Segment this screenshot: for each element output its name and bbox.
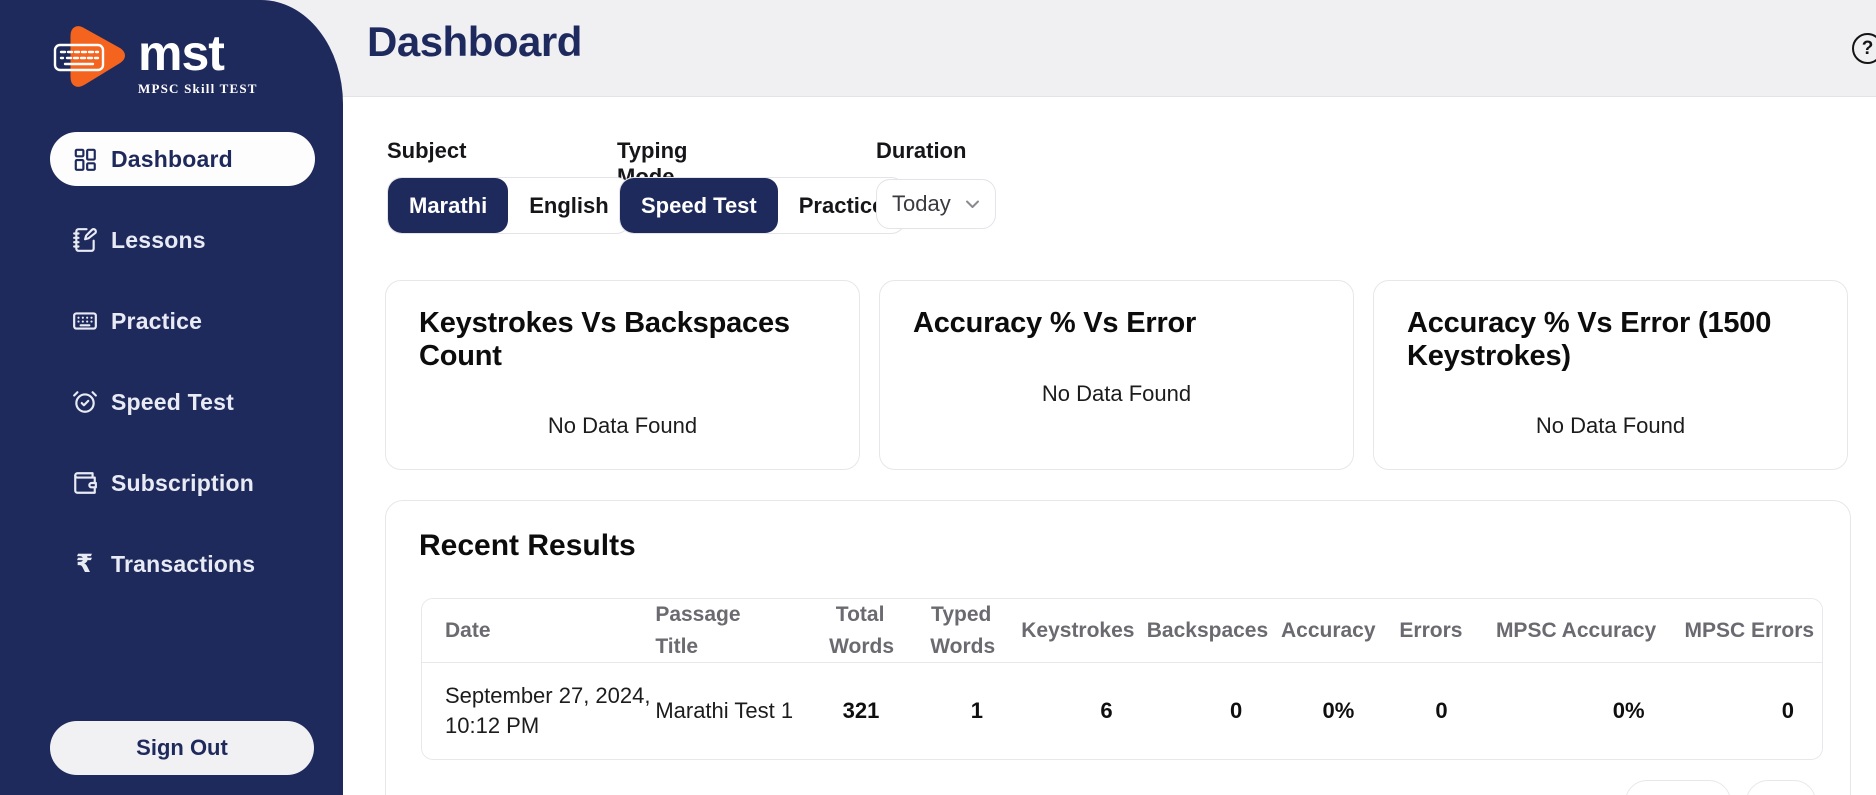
cell-mpsc-errors: 0: [1675, 663, 1823, 759]
column-header-passage-title[interactable]: Passage Title: [655, 599, 811, 663]
recent-results-card: Recent Results Date Passage Title Total …: [385, 500, 1851, 795]
subject-toggle-group: Marathi English: [387, 177, 631, 234]
chart-card-accuracy-vs-error-1500: Accuracy % Vs Error (1500 Keystrokes) No…: [1373, 280, 1848, 470]
cell-accuracy: 0%: [1272, 663, 1384, 759]
chart-card-accuracy-vs-error: Accuracy % Vs Error No Data Found: [879, 280, 1354, 470]
duration-dropdown[interactable]: Today: [876, 179, 996, 229]
sidebar-item-label: Transactions: [111, 551, 255, 578]
column-header-accuracy[interactable]: Accuracy: [1272, 599, 1384, 663]
sign-out-button[interactable]: Sign Out: [50, 721, 314, 775]
table-header-row: Date Passage Title Total Words Typed Wor…: [422, 599, 1823, 663]
sidebar-item-dashboard[interactable]: Dashboard: [50, 132, 315, 186]
table-row[interactable]: September 27, 2024, 10:12 PM Marathi Tes…: [422, 663, 1823, 759]
notebook-pen-icon: [71, 227, 98, 254]
cell-keystrokes: 6: [1013, 663, 1143, 759]
no-data-text: No Data Found: [880, 381, 1353, 407]
cell-errors: 0: [1384, 663, 1477, 759]
no-data-text: No Data Found: [386, 413, 859, 439]
logo-text: mst MPSC Skill TEST: [138, 30, 258, 97]
cell-date: September 27, 2024, 10:12 PM: [422, 663, 655, 759]
subject-option-marathi[interactable]: Marathi: [388, 178, 508, 233]
typing-mode-toggle-group: Speed Test Practice: [619, 177, 906, 234]
sidebar-item-label: Speed Test: [111, 389, 234, 416]
column-header-typed-words[interactable]: Typed Words: [909, 599, 1013, 663]
sidebar-item-practice[interactable]: Practice: [50, 294, 315, 348]
results-table: Date Passage Title Total Words Typed Wor…: [421, 598, 1823, 760]
sidebar-item-label: Practice: [111, 308, 202, 335]
recent-results-title: Recent Results: [419, 529, 636, 563]
typing-mode-option-speed-test[interactable]: Speed Test: [620, 178, 778, 233]
cell-backspaces: 0: [1143, 663, 1273, 759]
logo-tagline: MPSC Skill TEST: [138, 81, 258, 97]
subject-option-english[interactable]: English: [508, 178, 629, 233]
chart-card-title: Keystrokes Vs Backspaces Count: [419, 307, 829, 373]
keyboard-icon: [71, 308, 98, 335]
column-header-keystrokes[interactable]: Keystrokes: [1013, 599, 1143, 663]
chart-card-keystrokes-vs-backspaces: Keystrokes Vs Backspaces Count No Data F…: [385, 280, 860, 470]
rupee-icon: ₹: [71, 551, 98, 578]
dashboard-grid-icon: [71, 146, 98, 173]
cell-passage-title: Marathi Test 1: [655, 663, 811, 759]
alarm-clock-check-icon: [71, 389, 98, 416]
column-header-mpsc-accuracy[interactable]: MPSC Accuracy: [1478, 599, 1675, 663]
page-title: Dashboard: [367, 18, 582, 66]
no-data-text: No Data Found: [1374, 413, 1847, 439]
sidebar-item-label: Dashboard: [111, 146, 233, 173]
sidebar-nav: Dashboard Lessons: [0, 132, 343, 618]
column-header-date[interactable]: Date: [422, 599, 655, 663]
chart-card-title: Accuracy % Vs Error: [913, 307, 1323, 340]
pagination-previous-button[interactable]: [1625, 780, 1731, 795]
wallet-icon: [71, 470, 98, 497]
sidebar-item-label: Subscription: [111, 470, 254, 497]
subject-filter-label: Subject: [387, 138, 466, 164]
duration-filter-label: Duration: [876, 138, 966, 164]
cell-mpsc-accuracy: 0%: [1478, 663, 1675, 759]
chart-card-title: Accuracy % Vs Error (1500 Keystrokes): [1407, 307, 1817, 373]
cell-typed-words: 1: [909, 663, 1013, 759]
chevron-down-icon: [965, 197, 980, 215]
column-header-total-words[interactable]: Total Words: [811, 599, 910, 663]
logo-name: mst: [138, 30, 258, 76]
question-mark-icon: ?: [1862, 38, 1874, 60]
app-logo[interactable]: mst MPSC Skill TEST: [52, 24, 258, 97]
logo-keyboard-triangle-icon: [52, 24, 130, 90]
column-header-backspaces[interactable]: Backspaces: [1143, 599, 1273, 663]
duration-selected-value: Today: [892, 191, 951, 217]
sidebar: mst MPSC Skill TEST Dashboard: [0, 0, 343, 795]
column-header-errors[interactable]: Errors: [1384, 599, 1477, 663]
sidebar-item-label: Lessons: [111, 227, 206, 254]
cell-total-words: 321: [811, 663, 910, 759]
sidebar-item-lessons[interactable]: Lessons: [50, 213, 315, 267]
pagination-next-button[interactable]: [1746, 780, 1816, 795]
sidebar-item-transactions[interactable]: ₹ Transactions: [50, 537, 315, 591]
sidebar-item-subscription[interactable]: Subscription: [50, 456, 315, 510]
sidebar-item-speed-test[interactable]: Speed Test: [50, 375, 315, 429]
app-window: Dashboard ? mst MPSC Skill TEST: [0, 0, 1876, 795]
column-header-mpsc-errors[interactable]: MPSC Errors: [1675, 599, 1823, 663]
help-button[interactable]: ?: [1852, 33, 1876, 64]
